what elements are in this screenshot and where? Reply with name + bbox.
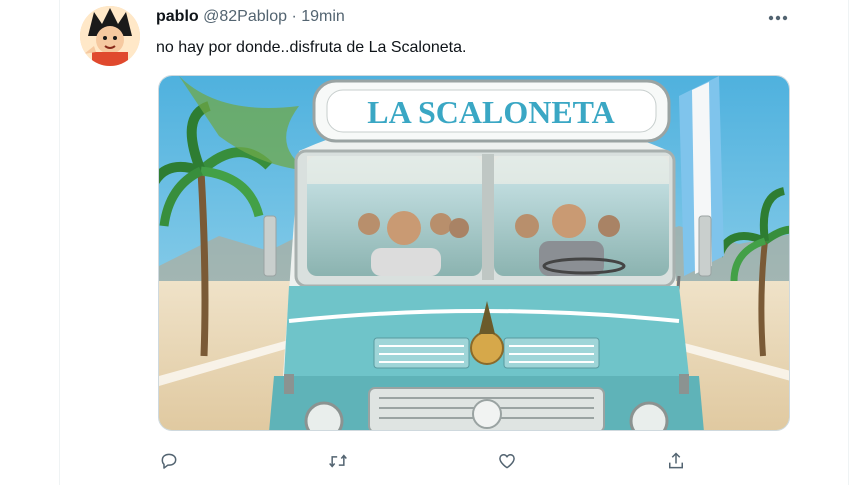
reply-icon — [161, 453, 177, 469]
tweet-text: no hay por donde..disfruta de La Scalone… — [156, 39, 467, 56]
media-image: LA SCALONETA — [159, 76, 789, 430]
avatar-image — [80, 6, 140, 66]
share-button[interactable] — [661, 446, 691, 476]
display-name[interactable]: pablo — [156, 8, 199, 25]
bus-sign-text: LA SCALONETA — [367, 94, 614, 130]
avatar[interactable] — [80, 6, 140, 66]
share-icon — [669, 452, 683, 469]
tweet-header: pablo @82Pablop · 19min — [156, 8, 345, 26]
tweet-media[interactable]: LA SCALONETA — [158, 75, 790, 431]
reply-button[interactable] — [154, 446, 184, 476]
heart-icon — [499, 454, 515, 469]
timeline-border-left — [59, 0, 60, 485]
more-horizontal-icon — [768, 15, 788, 21]
header-separator: · — [291, 8, 297, 25]
bus: LA SCALONETA — [263, 79, 712, 430]
more-button[interactable] — [762, 6, 794, 30]
handle[interactable]: @82Pablop — [203, 8, 287, 25]
like-button[interactable] — [492, 446, 522, 476]
retweet-button[interactable] — [323, 446, 353, 476]
timeline-border-right — [848, 0, 849, 485]
tweet-actions — [0, 446, 862, 476]
retweet-icon — [329, 454, 347, 468]
timestamp[interactable]: 19min — [301, 8, 345, 25]
